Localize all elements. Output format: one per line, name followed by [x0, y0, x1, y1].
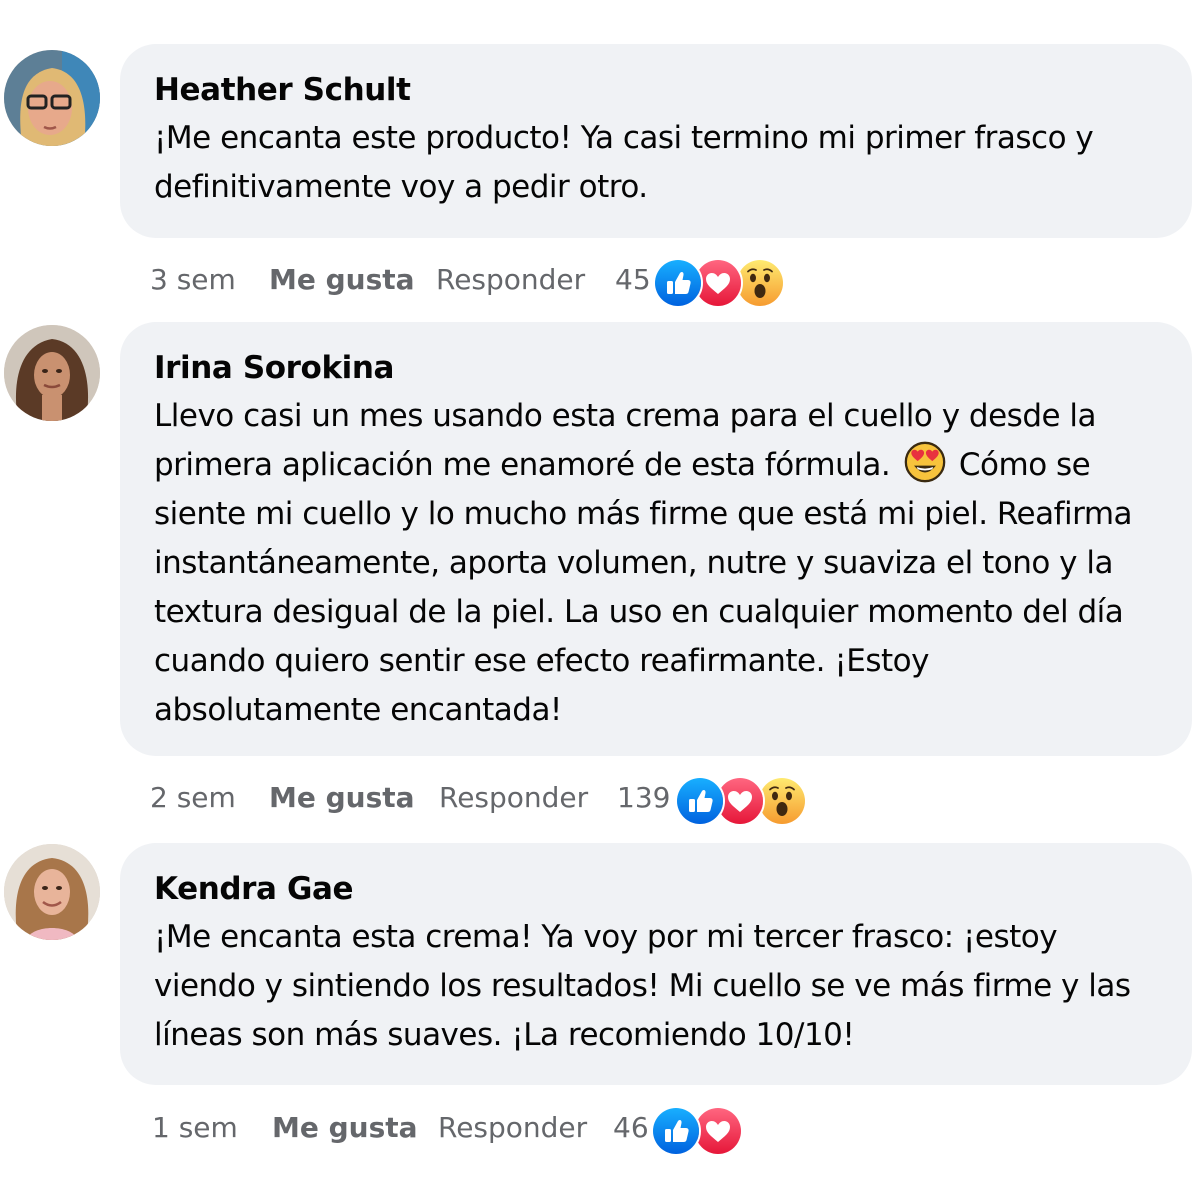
like-icon — [675, 776, 725, 826]
comment-author[interactable]: Heather Schult — [154, 70, 1162, 110]
reaction-count[interactable]: 46 — [613, 1112, 649, 1144]
comment-author[interactable]: Irina Sorokina — [154, 348, 1162, 388]
comment-time[interactable]: 1 sem — [152, 1112, 238, 1144]
reaction-count[interactable]: 139 — [617, 782, 670, 814]
comment-bubble: Kendra Gae ¡Me encanta esta crema! Ya vo… — [120, 843, 1192, 1085]
comment-text-part: Cómo se siente mi cuello y lo mucho más … — [154, 447, 1133, 728]
comment-text-part: Llevo casi un mes usando esta crema para… — [154, 398, 1097, 483]
comment-author[interactable]: Kendra Gae — [154, 869, 1162, 909]
avatar[interactable] — [4, 325, 100, 421]
comment-bubble: Irina Sorokina Llevo casi un mes usando … — [120, 322, 1192, 756]
comment-actions: 3 sem Me gusta Responder 45 — [150, 258, 1150, 308]
reply-button[interactable]: Responder — [438, 1112, 587, 1144]
comment-bubble: Heather Schult ¡Me encanta este producto… — [120, 44, 1192, 238]
like-button[interactable]: Me gusta — [269, 782, 415, 814]
comment-text: Llevo casi un mes usando esta crema para… — [154, 392, 1162, 735]
comment-actions: 1 sem Me gusta Responder 46 — [150, 1106, 1150, 1156]
comment-time[interactable]: 3 sem — [150, 264, 236, 296]
avatar[interactable] — [4, 50, 100, 146]
like-icon — [653, 258, 703, 308]
comment-text: ¡Me encanta esta crema! Ya voy por mi te… — [154, 919, 1131, 1053]
heart-eyes-emoji — [904, 441, 945, 483]
comment-time[interactable]: 2 sem — [150, 782, 236, 814]
reaction-count[interactable]: 45 — [615, 264, 651, 296]
comment-text: ¡Me encanta este producto! Ya casi termi… — [154, 120, 1094, 205]
like-button[interactable]: Me gusta — [272, 1112, 418, 1144]
like-button[interactable]: Me gusta — [269, 264, 415, 296]
avatar[interactable] — [4, 844, 100, 940]
comment-actions: 2 sem Me gusta Responder 139 — [150, 776, 1150, 826]
reply-button[interactable]: Responder — [436, 264, 585, 296]
reply-button[interactable]: Responder — [439, 782, 588, 814]
like-icon — [651, 1106, 701, 1156]
